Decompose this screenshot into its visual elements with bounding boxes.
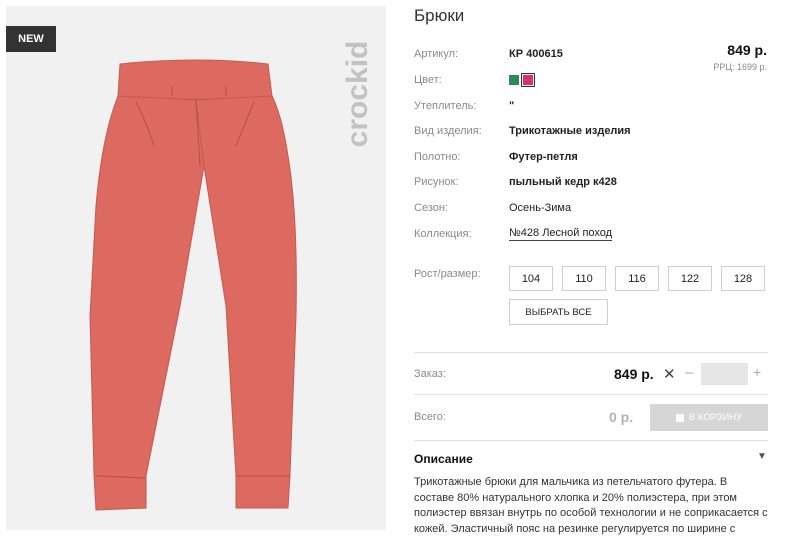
property-value: Трикотажные изделия: [509, 125, 631, 137]
cart-icon: [675, 413, 684, 422]
brand-logo: crockid: [338, 24, 378, 164]
property-label: Рисунок:: [414, 176, 459, 188]
add-to-cart-button[interactable]: В КОРЗИНУ: [650, 404, 768, 431]
property-label: Артикул:: [414, 48, 459, 60]
product-price: 849 р.: [727, 42, 767, 58]
color-swatch-green[interactable]: [509, 75, 519, 86]
color-swatch-pink[interactable]: [521, 73, 535, 88]
total-value: 0 р.: [609, 409, 634, 425]
property-value: Осень-Зима: [509, 202, 572, 214]
increase-quantity-button[interactable]: +: [753, 364, 761, 380]
times-icon: ✕: [663, 366, 676, 383]
divider: [414, 394, 768, 395]
property-label: Цвет:: [414, 74, 442, 86]
decrease-quantity-button[interactable]: –: [685, 364, 693, 381]
property-label: Утеплитель:: [414, 100, 477, 112]
total-label: Всего:: [414, 411, 446, 423]
product-photo[interactable]: NEW crockid: [6, 6, 386, 530]
brand-logo-text: crockid: [341, 40, 374, 148]
divider: [414, 352, 768, 353]
product-title: Брюки: [414, 6, 465, 25]
property-value: пыльный кедр к428: [509, 176, 617, 188]
recommended-retail-price: РРЦ: 1699 р.: [713, 62, 767, 72]
property-label: Сезон:: [414, 202, 448, 214]
property-value: ": [509, 100, 515, 112]
size-option-122[interactable]: 122: [668, 266, 712, 291]
chevron-down-icon[interactable]: ▼: [757, 451, 767, 462]
property-label: Полотно:: [414, 151, 461, 163]
collection-link[interactable]: №428 Лесной поход: [509, 227, 613, 241]
size-option-128[interactable]: 128: [721, 266, 765, 291]
pants-image: [89, 59, 297, 511]
size-option-116[interactable]: 116: [615, 266, 659, 291]
quantity-input[interactable]: [701, 363, 748, 385]
size-option-110[interactable]: 110: [562, 266, 606, 291]
divider: [414, 440, 768, 441]
select-all-sizes-button[interactable]: ВЫБРАТЬ ВСЕ: [509, 299, 608, 325]
description-text: Трикотажные брюки для мальчика из петель…: [414, 476, 768, 535]
new-badge: NEW: [6, 26, 56, 52]
property-label: Коллекция:: [414, 228, 472, 240]
order-price: 849 р.: [614, 366, 654, 382]
size-option-104[interactable]: 104: [509, 266, 553, 291]
property-value: Футер-петля: [509, 151, 578, 163]
property-label: Вид изделия:: [414, 125, 482, 137]
add-to-cart-label: В КОРЗИНУ: [688, 412, 743, 423]
order-label: Заказ:: [414, 368, 446, 380]
description-heading[interactable]: Описание: [414, 452, 473, 466]
property-value: КР 400615: [509, 48, 563, 60]
size-label: Рост/размер:: [414, 268, 481, 280]
color-swatches: [509, 73, 537, 88]
